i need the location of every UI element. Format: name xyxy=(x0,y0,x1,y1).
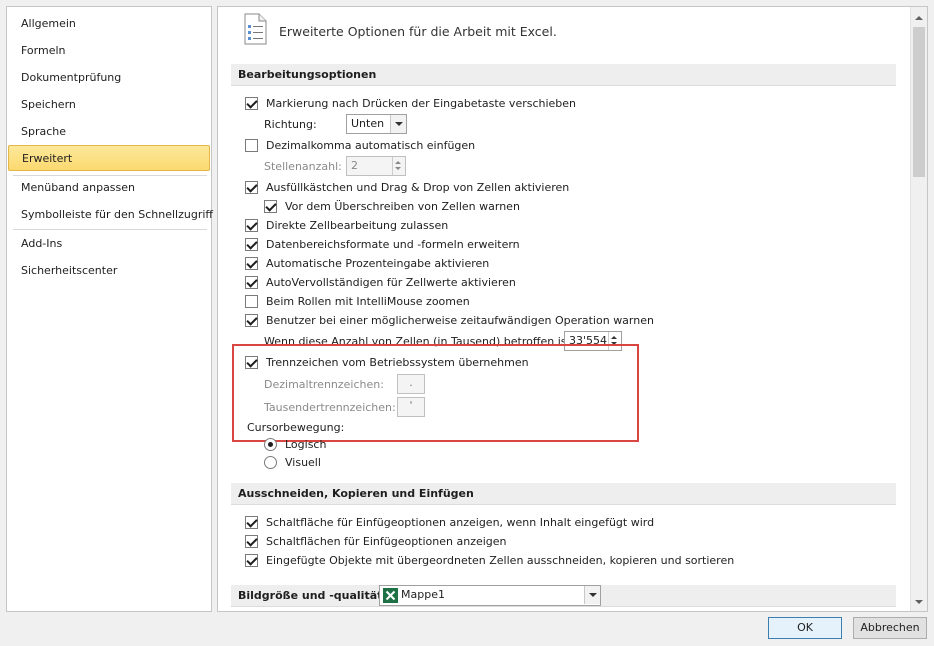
spinner-arrows-icon[interactable] xyxy=(392,157,405,175)
checkbox[interactable] xyxy=(245,238,258,251)
checkbox[interactable] xyxy=(264,200,277,213)
vertical-scrollbar[interactable] xyxy=(910,7,927,611)
checkbox[interactable] xyxy=(245,516,258,529)
option-label: Vor dem Überschreiben von Zellen warnen xyxy=(285,200,520,213)
option-label: Benutzer bei einer möglicherweise zeitau… xyxy=(266,314,654,327)
direction-select[interactable]: Unten xyxy=(346,114,407,134)
option-insert-options-btn[interactable]: Schaltflächen für Einfügeoptionen anzeig… xyxy=(245,533,507,550)
sidebar-item-sprache[interactable]: Sprache xyxy=(8,119,210,145)
option-label: Automatische Prozenteingabe aktivieren xyxy=(266,257,490,270)
sidebar-divider xyxy=(13,229,207,230)
checkbox[interactable] xyxy=(245,139,258,152)
direction-label: Richtung: xyxy=(264,118,317,131)
checkbox[interactable] xyxy=(245,97,258,110)
option-fill-handle[interactable]: Ausfüllkästchen und Drag & Drop von Zell… xyxy=(245,179,569,196)
sidebar-item-dokumentpruefung[interactable]: Dokumentprüfung xyxy=(8,65,210,91)
radio-logical[interactable]: Logisch xyxy=(264,436,326,453)
highlight-box xyxy=(232,344,639,442)
checkbox[interactable] xyxy=(245,219,258,232)
sidebar-item-menueband[interactable]: Menüband anpassen xyxy=(8,175,210,201)
sidebar-item-formeln[interactable]: Formeln xyxy=(8,38,210,64)
option-label: Eingefügte Objekte mit übergeordneten Ze… xyxy=(266,554,735,567)
options-sidebar: Allgemein Formeln Dokumentprüfung Speich… xyxy=(6,6,213,612)
workbook-select[interactable]: Mappe1 xyxy=(379,585,601,606)
sidebar-item-schnellzugriff[interactable]: Symbolleiste für den Schnellzugriff xyxy=(8,202,213,228)
option-label: Logisch xyxy=(285,438,327,451)
scroll-down-icon[interactable] xyxy=(911,594,927,611)
option-overwrite-warn[interactable]: Vor dem Überschreiben von Zellen warnen xyxy=(264,198,520,215)
scroll-up-icon[interactable] xyxy=(911,7,927,24)
sidebar-item-addins[interactable]: Add-Ins xyxy=(8,231,210,257)
places-spinner[interactable]: 2 xyxy=(346,156,406,176)
option-label: Ausfüllkästchen und Drag & Drop von Zell… xyxy=(266,181,570,194)
option-extend-formats[interactable]: Datenbereichsformate und -formeln erweit… xyxy=(245,236,520,253)
option-autocomplete[interactable]: AutoVervollständigen für Zellwerte aktiv… xyxy=(245,274,516,291)
option-auto-decimal[interactable]: Dezimalkomma automatisch einfügen xyxy=(245,137,475,154)
chevron-down-icon[interactable] xyxy=(584,586,600,604)
options-page-icon xyxy=(244,13,267,45)
cancel-button[interactable]: Abbrechen xyxy=(853,617,927,639)
option-label: Markierung nach Drücken der Eingabetaste… xyxy=(266,97,577,110)
ok-button[interactable]: OK xyxy=(768,617,842,639)
option-label: Direkte Zellbearbeitung zulassen xyxy=(266,219,449,232)
checkbox[interactable] xyxy=(245,257,258,270)
radio-visual[interactable]: Visuell xyxy=(264,454,321,471)
checkbox[interactable] xyxy=(245,314,258,327)
checkbox[interactable] xyxy=(245,181,258,194)
excel-workbook-icon xyxy=(383,588,398,603)
option-label: Beim Rollen mit IntelliMouse zoomen xyxy=(266,295,470,308)
option-label: Schaltfläche für Einfügeoptionen anzeige… xyxy=(266,516,655,529)
sidebar-item-speichern[interactable]: Speichern xyxy=(8,92,210,118)
checkbox[interactable] xyxy=(245,276,258,289)
option-label: Datenbereichsformate und -formeln erweit… xyxy=(266,238,520,251)
sidebar-item-erweitert[interactable]: Erweitert xyxy=(8,145,210,171)
checkbox[interactable] xyxy=(245,295,258,308)
scroll-thumb[interactable] xyxy=(913,27,925,177)
sidebar-item-sicherheitscenter[interactable]: Sicherheitscenter xyxy=(8,258,210,284)
option-alert-slow[interactable]: Benutzer bei einer möglicherweise zeitau… xyxy=(245,312,654,329)
radio-button[interactable] xyxy=(264,456,277,469)
option-paste-options-btn[interactable]: Schaltfläche für Einfügeoptionen anzeige… xyxy=(245,514,654,531)
option-label: Schaltflächen für Einfügeoptionen anzeig… xyxy=(266,535,507,548)
checkbox[interactable] xyxy=(245,554,258,567)
page-title: Erweiterte Optionen für die Arbeit mit E… xyxy=(279,24,557,39)
option-direct-edit[interactable]: Direkte Zellbearbeitung zulassen xyxy=(245,217,448,234)
sidebar-item-allgemein[interactable]: Allgemein xyxy=(8,11,210,37)
option-label: Visuell xyxy=(285,456,321,469)
option-auto-percent[interactable]: Automatische Prozenteingabe aktivieren xyxy=(245,255,489,272)
section-header-bearbeitung: Bearbeitungsoptionen xyxy=(231,64,896,86)
option-label: AutoVervollständigen für Zellwerte aktiv… xyxy=(266,276,516,289)
radio-button[interactable] xyxy=(264,438,277,451)
checkbox[interactable] xyxy=(245,535,258,548)
places-label: Stellenanzahl: xyxy=(264,160,342,173)
option-label: Dezimalkomma automatisch einfügen xyxy=(266,139,476,152)
option-cut-objects[interactable]: Eingefügte Objekte mit übergeordneten Ze… xyxy=(245,552,734,569)
option-move-after-enter[interactable]: Markierung nach Drücken der Eingabetaste… xyxy=(245,95,576,112)
options-main-panel: Erweiterte Optionen für die Arbeit mit E… xyxy=(217,6,928,612)
option-intellimouse[interactable]: Beim Rollen mit IntelliMouse zoomen xyxy=(245,293,470,310)
section-header-ausschneiden: Ausschneiden, Kopieren und Einfügen xyxy=(231,483,896,505)
chevron-down-icon[interactable] xyxy=(390,115,406,133)
